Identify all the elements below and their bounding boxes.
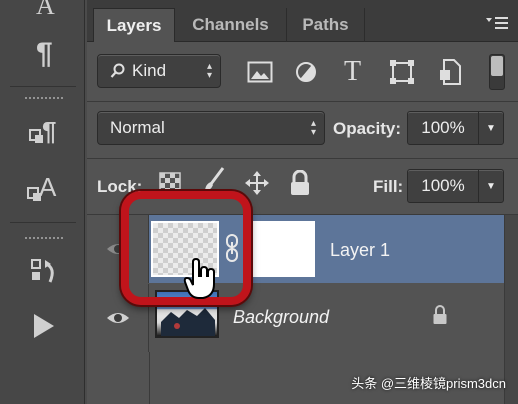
panel-divider — [87, 158, 518, 159]
chevron-down-icon: ▼ — [486, 180, 496, 192]
column-divider — [149, 352, 150, 404]
paragraph-tool-icon[interactable]: ¶ — [18, 32, 68, 72]
filter-kind-dropdown[interactable]: Kind ▴ ▾ — [97, 54, 221, 88]
tab-paths[interactable]: Paths — [287, 8, 365, 42]
opacity-slider-button[interactable]: ▼ — [478, 111, 504, 145]
blend-mode-dropdown[interactable]: Normal ▴ ▾ — [97, 111, 325, 145]
layer-lock-icon — [432, 305, 448, 330]
filter-kind-label: Kind — [132, 61, 167, 80]
character-styles-icon[interactable]: A — [18, 168, 68, 208]
fill-input[interactable]: 100% — [407, 169, 479, 203]
shape-filter-icon[interactable] — [389, 59, 415, 90]
layers-scrollbar[interactable] — [504, 215, 518, 404]
tab-layers[interactable]: Layers — [93, 8, 175, 42]
blend-mode-value: Normal — [110, 118, 165, 137]
actions-play-icon[interactable] — [18, 306, 68, 346]
chevron-updown-icon: ▴ ▾ — [206, 61, 212, 81]
opacity-label: Opacity: — [333, 119, 402, 138]
toolbar-grip — [24, 236, 64, 240]
fill-label: Fill: — [373, 177, 404, 196]
hand-cursor-icon — [183, 257, 219, 305]
layer-name[interactable]: Layer 1 — [330, 240, 390, 261]
toolbar-divider — [10, 222, 76, 223]
panel-tab-bar: Layers Channels Paths — [87, 0, 518, 42]
toggle-knob — [491, 56, 503, 76]
chevron-updown-icon: ▴ ▾ — [310, 118, 316, 138]
toolbar-grip — [24, 96, 64, 100]
panel-divider — [87, 101, 518, 102]
svg-text:T: T — [344, 56, 361, 86]
character-tool-icon[interactable]: A — [18, 0, 68, 28]
adjustment-filter-icon[interactable] — [294, 60, 318, 89]
eye-icon — [106, 313, 129, 323]
panel-menu-icon[interactable] — [484, 16, 510, 35]
lock-all-icon[interactable] — [289, 169, 311, 201]
filter-toggle-switch[interactable] — [489, 54, 505, 90]
svg-text:¶: ¶ — [42, 116, 56, 146]
search-icon — [110, 63, 126, 79]
tool-strip: A ¶ ¶ A — [0, 0, 85, 404]
fill-slider-button[interactable]: ▼ — [478, 169, 504, 203]
layer-mask-thumbnail[interactable] — [253, 221, 315, 277]
layer-name[interactable]: Background — [233, 307, 329, 328]
paragraph-styles-icon[interactable]: ¶ — [18, 112, 68, 152]
smart-object-filter-icon[interactable] — [438, 58, 462, 91]
history-icon[interactable] — [18, 252, 68, 292]
type-filter-icon[interactable]: T — [341, 56, 367, 91]
toolbar-divider — [10, 86, 76, 87]
image-filter-icon[interactable] — [247, 60, 273, 89]
tab-channels[interactable]: Channels — [175, 8, 287, 42]
opacity-input[interactable]: 100% — [407, 111, 479, 145]
svg-text:A: A — [39, 172, 57, 202]
svg-text:¶: ¶ — [36, 37, 53, 69]
chevron-down-icon: ▼ — [486, 122, 496, 134]
lock-position-icon[interactable] — [244, 170, 270, 201]
watermark: 头条 @三维棱镜prism3dcn — [351, 376, 506, 391]
svg-text:A: A — [36, 0, 55, 20]
